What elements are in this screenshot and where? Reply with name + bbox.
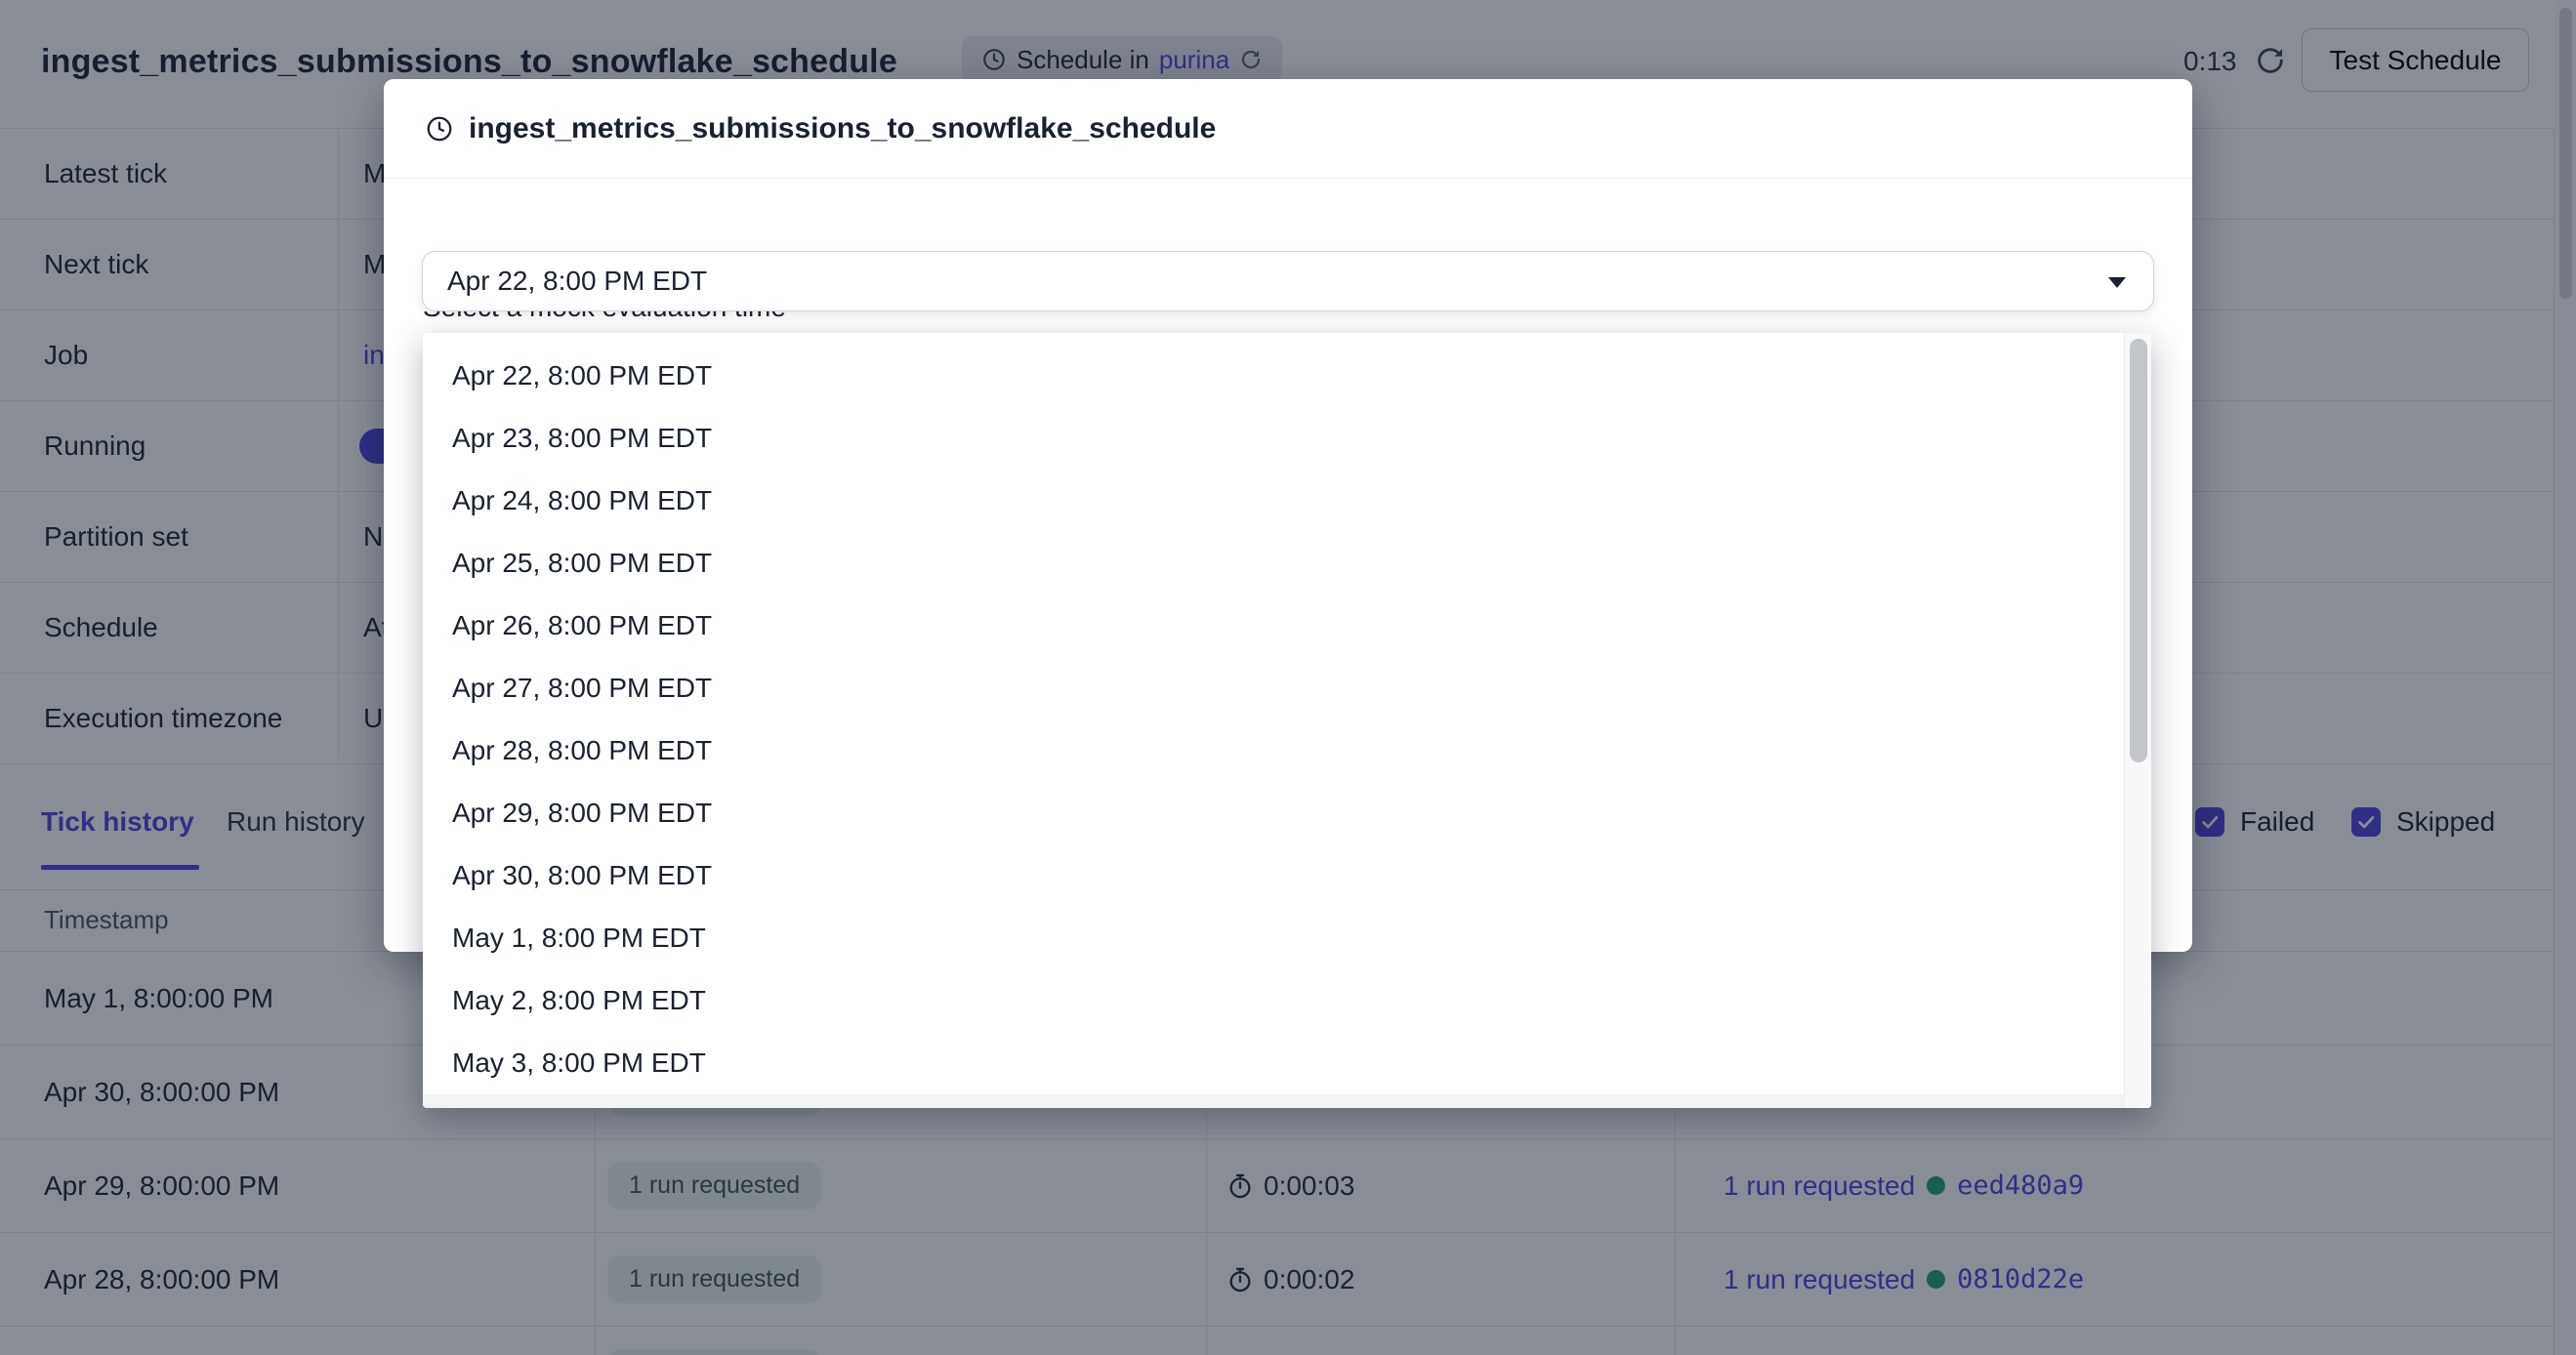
dropdown-option[interactable]: Apr 22, 8:00 PM EDT [423,345,2151,407]
dialog-title: ingest_metrics_submissions_to_snowflake_… [469,79,1216,179]
dropdown-option[interactable]: Apr 28, 8:00 PM EDT [423,719,2151,782]
dropdown-option-partial[interactable] [423,1094,2151,1108]
chevron-down-icon [2108,277,2126,288]
scrollbar-thumb[interactable] [2130,339,2147,762]
dropdown-option[interactable]: May 1, 8:00 PM EDT [423,907,2151,969]
select-value: Apr 22, 8:00 PM EDT [447,252,707,310]
dialog-header: ingest_metrics_submissions_to_snowflake_… [384,79,2192,179]
app-window: ingest_metrics_submissions_to_snowflake_… [0,0,2576,1355]
clock-icon [425,114,454,144]
mock-time-select[interactable]: Apr 22, 8:00 PM EDT [422,251,2154,311]
dropdown-options: Apr 22, 8:00 PM EDT Apr 23, 8:00 PM EDT … [423,345,2151,1108]
mock-time-dropdown: Apr 22, 8:00 PM EDT Apr 23, 8:00 PM EDT … [423,333,2151,1108]
dropdown-option[interactable]: Apr 27, 8:00 PM EDT [423,657,2151,719]
dropdown-option[interactable]: Apr 25, 8:00 PM EDT [423,532,2151,595]
dropdown-option[interactable]: Apr 30, 8:00 PM EDT [423,844,2151,907]
dropdown-option[interactable]: Apr 29, 8:00 PM EDT [423,782,2151,844]
dropdown-option[interactable]: Apr 26, 8:00 PM EDT [423,595,2151,657]
dropdown-option[interactable]: May 3, 8:00 PM EDT [423,1032,2151,1094]
dropdown-option[interactable]: Apr 23, 8:00 PM EDT [423,407,2151,470]
dropdown-option[interactable]: Apr 24, 8:00 PM EDT [423,470,2151,532]
dropdown-option[interactable]: May 2, 8:00 PM EDT [423,969,2151,1032]
